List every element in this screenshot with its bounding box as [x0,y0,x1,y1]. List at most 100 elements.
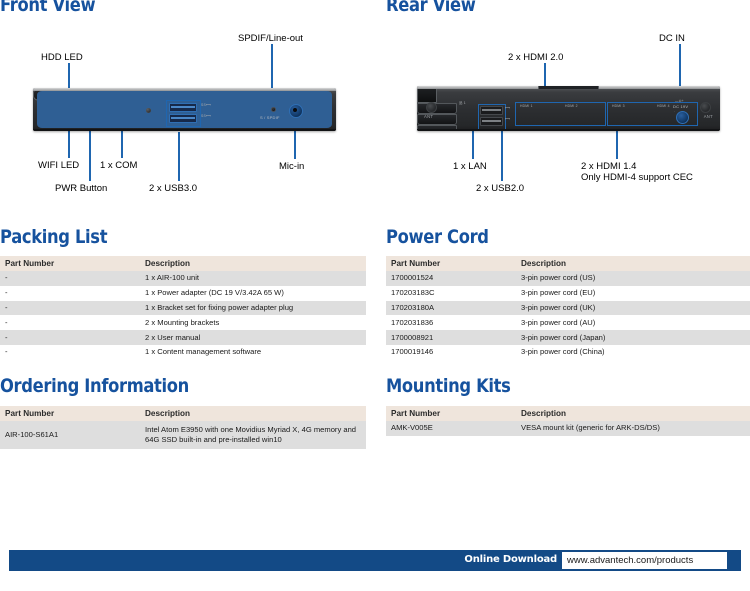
ant-label-left: ANT [424,114,434,119]
cell-description: Intel Atom E3950 with one Movidius Myria… [140,421,366,449]
hdmi2-silkscreen: HDMI 2 [565,104,578,108]
table-row: -1 x Content management software [0,344,366,360]
table-header-row: Part Number Description [0,256,366,271]
table-row: 1700008921 3-pin power cord (Japan) [386,330,750,345]
table-row: -1 x Bracket set for fixing power adapte… [0,300,366,316]
cell-description: 1 x AIR-100 unit [140,271,366,286]
callout-usb20: 2 x USB2.0 [476,183,525,194]
section-heading-rear-view: Rear View [386,0,476,16]
leader-usb20 [501,130,503,181]
lan-port [417,86,599,103]
dc-voltage-silkscreen: DC 19V [673,104,689,109]
cell-part-number: AIR-100-S61A1 [0,421,140,449]
section-heading-ordering-information: Ordering Information [0,375,189,397]
table-row: AMK-V005E VESA mount kit (generic for AR… [386,421,750,436]
table-row: -2 x User manual [0,330,366,345]
column-header-part-number: Part Number [0,406,140,421]
com-port [33,88,332,128]
cell-part-number: 170203180A [386,300,516,316]
footer-bar: Online Download www.advantech.com/produc… [9,550,741,571]
callout-mic-in: Mic-in [279,161,305,172]
cell-description: 3-pin power cord (AU) [516,315,750,331]
hdmi4-silkscreen: HDMI 4 [657,104,670,108]
usb3-silkscreen-top: SS⟷ [201,103,211,107]
cell-description: 1 x Content management software [140,344,366,360]
leader-pwr-button [89,125,91,181]
cell-part-number: - [0,271,140,286]
column-header-description: Description [516,256,750,271]
cell-part-number: 1700019146 [386,344,516,360]
callout-lan: 1 x LAN [453,161,487,172]
online-download-url[interactable]: www.advantech.com/products [562,552,727,569]
table-row: -1 x AIR-100 unit [0,271,366,286]
usb3-port-top [169,103,197,112]
section-heading-packing-list: Packing List [0,226,108,248]
column-header-description: Description [140,406,366,421]
cell-part-number: - [0,285,140,301]
table-header-row: Part Number Description [386,406,750,421]
usb2-silkscreen-bottom: ⟷ [505,117,511,121]
antenna-hole-right [700,102,711,113]
spdif-lineout-jack [271,107,276,112]
leader-mic-in [294,128,296,159]
hdmi-port-1 [417,103,457,114]
hdmi1-silkscreen: HDMI 1 [520,104,533,108]
usb2-port-bottom [480,117,503,126]
usb2-port-top [480,106,503,115]
ordering-information-table: Part Number Description AIR-100-S61A1 In… [0,406,366,449]
callout-hdmi20: 2 x HDMI 2.0 [508,52,564,63]
front-chassis: SS⟷ SS⟷ S / SPDIF [33,88,336,131]
cell-description: 3-pin power cord (UK) [516,300,750,316]
antenna-hole-left [426,102,437,113]
dc-polarity-silkscreen: —⊙+ [675,99,684,103]
com-screw-right [146,108,151,113]
power-cord-table: Part Number Description 1700001524 3-pin … [386,256,750,360]
callout-pwr-button: PWR Button [55,183,108,194]
cell-description: 2 x Mounting brackets [140,315,366,331]
column-header-part-number: Part Number [0,256,140,271]
cell-part-number: 1700008921 [386,330,516,345]
cell-description: 1 x Power adapter (DC 19 V/3.42A 65 W) [140,285,366,301]
cell-part-number: 170203183C [386,285,516,301]
table-header-row: Part Number Description [0,406,366,421]
usb3-port-bottom [169,114,197,123]
packing-list-table: Part Number Description -1 x AIR-100 uni… [0,256,366,360]
table-row: 1700001524 3-pin power cord (US) [386,271,750,286]
cell-part-number: 1702031836 [386,315,516,331]
column-header-part-number: Part Number [386,406,516,421]
column-header-description: Description [140,256,366,271]
cell-description: 3-pin power cord (Japan) [516,330,750,345]
hdmi3-silkscreen: HDMI 3 [612,104,625,108]
table-row: -2 x Mounting brackets [0,315,366,331]
cell-part-number: - [0,315,140,331]
cell-part-number: AMK-V005E [386,421,516,436]
callout-dc-in: DC IN [659,33,685,44]
rear-chassis: ANT ANT 品 1 ⟷ ⟷ HDMI 1 HDMI 2 HDMI 3 HDM… [417,86,720,131]
callout-hdd-led: HDD LED [41,52,83,63]
table-row: AIR-100-S61A1 Intel Atom E3950 with one … [0,421,366,449]
cell-part-number: 1700001524 [386,271,516,286]
hdmi-port-3 [417,125,457,131]
cell-description: 1 x Bracket set for fixing power adapter… [140,300,366,316]
column-header-part-number: Part Number [386,256,516,271]
table-row: -1 x Power adapter (DC 19 V/3.42A 65 W) [0,285,366,301]
table-row: 170203183C 3-pin power cord (EU) [386,285,750,301]
cell-description: 3-pin power cord (US) [516,271,750,286]
column-header-description: Description [516,406,750,421]
mic-in-hole [293,108,297,112]
cell-description: 2 x User manual [140,330,366,345]
datasheet-page: Front View HDD LED SPDIF/Line-out WIFI L… [0,0,750,591]
callout-spdif-lineout: SPDIF/Line-out [238,33,303,44]
lan-silkscreen: 品 1 [459,101,466,105]
cell-description: VESA mount kit (generic for ARK-DS/DS) [516,421,750,436]
section-heading-front-view: Front View [0,0,96,16]
usb3-silkscreen-bottom: SS⟷ [201,114,211,118]
cell-part-number: - [0,344,140,360]
online-download-label: Online Download [464,554,557,565]
hdmi-port-2 [417,114,457,125]
callout-usb30: 2 x USB3.0 [149,183,198,194]
cell-description: 3-pin power cord (EU) [516,285,750,301]
callout-hdmi14-line1: 2 x HDMI 1.4 [581,161,637,172]
cec-marker: · [674,110,676,114]
callout-wifi-led: WIFI LED [38,160,80,171]
